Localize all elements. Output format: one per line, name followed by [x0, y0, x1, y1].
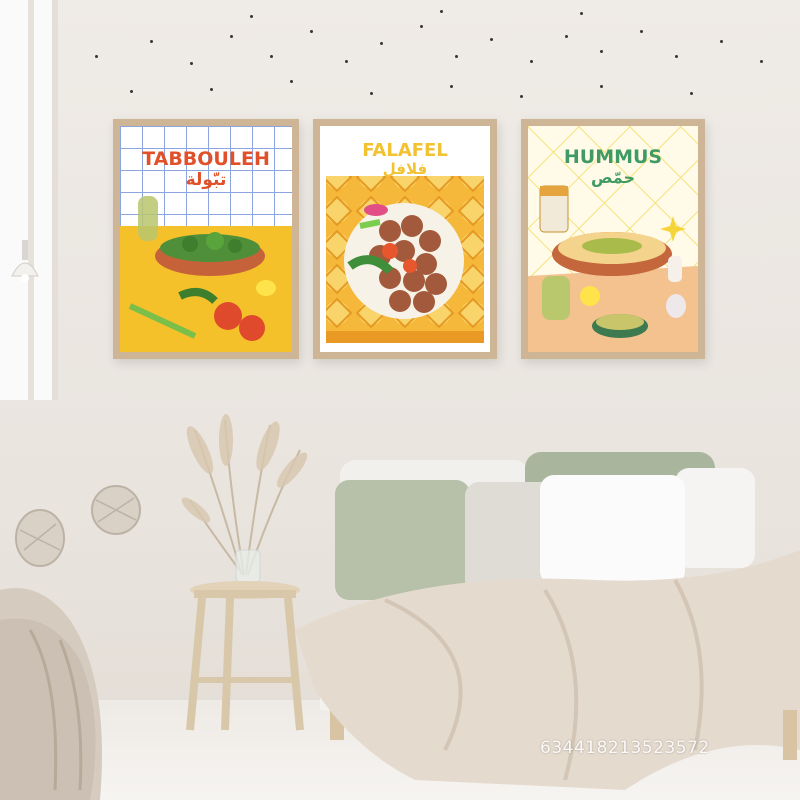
wall-lamp-icon: [11, 240, 39, 282]
wall-dot: [520, 95, 523, 98]
poster-frame-falafel: FALAFEL فلافل: [313, 119, 497, 359]
hummus-title: HUMMUS: [563, 146, 663, 168]
wall-dot: [270, 55, 273, 58]
poster-tabbouleh: TABBOULEH تبّولة: [120, 126, 292, 352]
falafel-arabic-title: فلافل: [382, 160, 428, 178]
wall-dot: [190, 62, 193, 65]
wall-dot: [380, 42, 383, 45]
wall-dot: [210, 88, 213, 91]
wall-dot: [95, 55, 98, 58]
wall-dot: [600, 85, 603, 88]
wall-dot: [760, 60, 763, 63]
wall-dot: [130, 90, 133, 93]
wall-dot: [640, 30, 643, 33]
window-mullion: [28, 0, 34, 400]
wall-dot: [455, 55, 458, 58]
wall-dot: [420, 25, 423, 28]
wall-dot: [440, 10, 443, 13]
wall-dot: [720, 40, 723, 43]
poster-hummus: HUMMUS حمّص: [528, 126, 698, 352]
poster-frame-tabbouleh: TABBOULEH تبّولة: [113, 119, 299, 359]
wall-dot: [230, 35, 233, 38]
wall-dot: [450, 85, 453, 88]
wall-dot: [310, 30, 313, 33]
tabbouleh-arabic-title: تبّولة: [185, 170, 227, 190]
wall-dot: [530, 60, 533, 63]
hummus-arabic-title: حمّص: [590, 168, 636, 187]
wall-dot: [580, 12, 583, 15]
armchair-with-blanket: [0, 588, 102, 800]
wall-dot: [675, 55, 678, 58]
stool-with-pampas-vase: [181, 414, 308, 731]
wall-dot: [150, 40, 153, 43]
poster-frame-hummus: HUMMUS حمّص: [521, 119, 705, 359]
wall-dot: [490, 38, 493, 41]
wall-dot: [370, 92, 373, 95]
wall-dot: [250, 15, 253, 18]
falafel-title: FALAFEL: [362, 140, 448, 161]
wall-dot: [600, 50, 603, 53]
wall-dot: [565, 35, 568, 38]
wall-dot: [345, 60, 348, 63]
tabbouleh-title: TABBOULEH: [142, 148, 270, 170]
watermark-number: 634418213523572: [540, 738, 710, 758]
wall-dot: [690, 92, 693, 95]
poster-falafel: FALAFEL فلافل: [320, 126, 490, 352]
wall-dot: [290, 80, 293, 83]
